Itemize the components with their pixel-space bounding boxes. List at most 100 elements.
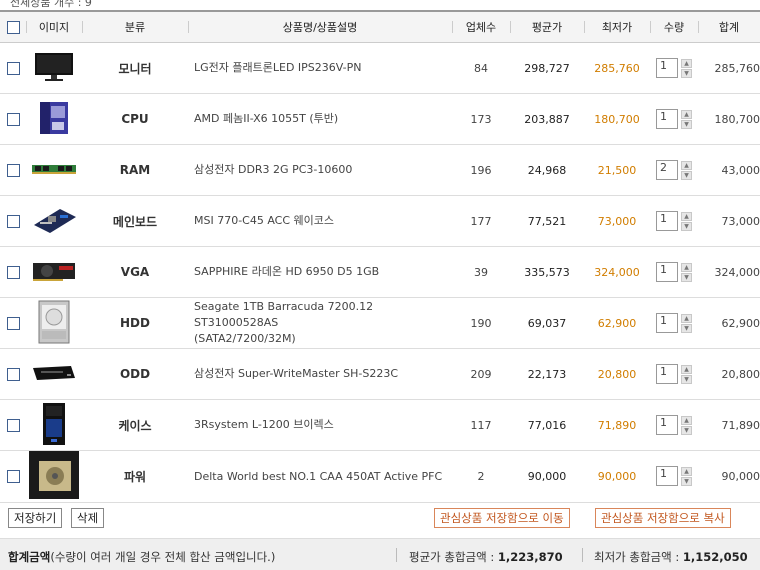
row-min-price: 324,000 (584, 246, 650, 298)
row-checkbox[interactable] (6, 214, 20, 228)
row-checkbox[interactable] (6, 163, 20, 177)
row-product-name-detail[interactable]: (SATA2/7200/32M) (194, 332, 296, 345)
qty-increase-button[interactable]: ▲ (681, 58, 692, 68)
qty-increase-button[interactable]: ▲ (681, 364, 692, 374)
graphics-card-thumbnail[interactable] (31, 259, 77, 286)
row-product-name[interactable]: AMD 페놈II-X6 1055T (투반) (194, 112, 338, 125)
row-product-name[interactable]: Seagate 1TB Barracuda 7200.12 ST31000528… (194, 300, 373, 329)
quantity-input[interactable]: 1 (656, 414, 678, 435)
cpu-box-thumbnail[interactable] (37, 100, 71, 139)
optical-drive-thumbnail[interactable] (31, 362, 77, 387)
quantity-input[interactable]: 1 (656, 466, 678, 486)
hard-drive-thumbnail[interactable] (37, 299, 71, 348)
total-summary: 합계금액(수량이 여러 개일 경우 전체 합산 금액입니다.) (8, 549, 275, 565)
qty-increase-button[interactable]: ▲ (681, 262, 692, 272)
quantity-stepper: 1 ▲ ▼ (656, 466, 692, 487)
copy-to-wishlist-button[interactable]: 관심상품 저장함으로 복사 (595, 508, 731, 528)
row-min-price: 62,900 (584, 297, 650, 349)
select-all-cell (0, 10, 26, 43)
row-product-name[interactable]: MSI 770-C45 ACC 웨이코스 (194, 214, 334, 227)
quantity-input[interactable]: 1 (656, 261, 678, 282)
row-checkbox[interactable] (6, 265, 20, 279)
row-category: 케이스 (82, 399, 188, 451)
quantity-input[interactable]: 2 (656, 159, 678, 180)
row-min-price: 90,000 (584, 450, 650, 503)
row-product-name[interactable]: 삼성전자 DDR3 2G PC3-10600 (194, 163, 352, 176)
row-product-name-cell: 삼성전자 DDR3 2G PC3-10600 (188, 144, 452, 196)
quantity-stepper: 1 ▲ ▼ (656, 210, 692, 232)
product-count-caption: 전체상품 개수 : 9 (10, 0, 92, 9)
row-checkbox[interactable] (6, 418, 20, 432)
qty-decrease-button[interactable]: ▼ (681, 68, 692, 78)
qty-increase-button[interactable]: ▲ (681, 211, 692, 221)
qty-decrease-button[interactable]: ▼ (681, 119, 692, 129)
qty-increase-button[interactable]: ▲ (681, 109, 692, 119)
qty-decrease-button[interactable]: ▼ (681, 374, 692, 384)
row-product-name-cell: SAPPHIRE 라데온 HD 6950 D5 1GB (188, 246, 452, 298)
row-checkbox[interactable] (6, 367, 20, 381)
row-total: 180,700 (698, 93, 760, 145)
row-total: 62,900 (698, 297, 760, 349)
row-select-cell (0, 297, 26, 349)
row-min-price: 20,800 (584, 348, 650, 400)
quantity-input[interactable]: 1 (656, 312, 678, 333)
qty-decrease-button[interactable]: ▼ (681, 477, 692, 486)
row-product-name[interactable]: 삼성전자 Super-WriteMaster SH-S223C (194, 367, 398, 380)
delete-button[interactable]: 삭제 (71, 508, 105, 528)
quantity-input[interactable]: 1 (656, 57, 678, 78)
row-product-name-cell: LG전자 플래트론LED IPS236V-PN (188, 42, 452, 94)
row-category: CPU (82, 93, 188, 145)
row-category: 파워 (82, 450, 188, 503)
qty-increase-button[interactable]: ▲ (681, 467, 692, 476)
table-row: 케이스 3Rsystem L-1200 브이렉스 117 77,016 71,890 1 ▲… (0, 399, 760, 451)
cart-table: 이미지 분류 상품명/상품설명 업체수 평균가 최저가 수량 합계 모니터 LG전… (0, 10, 760, 503)
row-product-name-cell: 삼성전자 Super-WriteMaster SH-S223C (188, 348, 452, 400)
save-button[interactable]: 저장하기 (8, 508, 63, 528)
row-checkbox[interactable] (6, 470, 20, 484)
header-image: 이미지 (26, 10, 82, 43)
qty-decrease-button[interactable]: ▼ (681, 323, 692, 333)
row-qty-cell: 1 ▲ ▼ (650, 195, 698, 247)
table-row: ODD 삼성전자 Super-WriteMaster SH-S223C 209 22,… (0, 348, 760, 400)
quantity-input[interactable]: 1 (656, 108, 678, 129)
row-qty-cell: 1 ▲ ▼ (650, 399, 698, 451)
quantity-stepper: 1 ▲ ▼ (656, 312, 692, 334)
row-product-name[interactable]: SAPPHIRE 라데온 HD 6950 D5 1GB (194, 265, 379, 278)
qty-increase-button[interactable]: ▲ (681, 415, 692, 425)
row-total: 43,000 (698, 144, 760, 196)
quantity-input[interactable]: 1 (656, 210, 678, 231)
qty-decrease-button[interactable]: ▼ (681, 221, 692, 231)
row-product-name[interactable]: 3Rsystem L-1200 브이렉스 (194, 418, 334, 431)
row-avg-price: 24,968 (510, 144, 584, 196)
motherboard-thumbnail[interactable] (30, 205, 78, 238)
row-product-name[interactable]: Delta World best NO.1 CAA 450AT Active P… (194, 470, 442, 483)
qty-increase-button[interactable]: ▲ (681, 160, 692, 170)
table-row: 모니터 LG전자 플래트론LED IPS236V-PN 84 298,727 285,7… (0, 42, 760, 94)
row-image-cell (26, 450, 82, 503)
table-row: VGA SAPPHIRE 라데온 HD 6950 D5 1GB 39 335,573 3… (0, 246, 760, 298)
qty-increase-button[interactable]: ▲ (681, 313, 692, 323)
table-header-row: 이미지 분류 상품명/상품설명 업체수 평균가 최저가 수량 합계 (0, 10, 760, 43)
quantity-input[interactable]: 1 (656, 363, 678, 384)
table-row: 메인보드 MSI 770-C45 ACC 웨이코스 177 77,521 73,000 1… (0, 195, 760, 247)
total-label: 합계금액 (8, 550, 51, 564)
qty-decrease-button[interactable]: ▼ (681, 425, 692, 435)
qty-decrease-button[interactable]: ▼ (681, 272, 692, 282)
pc-case-thumbnail[interactable] (39, 401, 69, 450)
ram-stick-thumbnail[interactable] (31, 162, 77, 179)
table-row: HDD Seagate 1TB Barracuda 7200.12 ST31000… (0, 297, 760, 349)
row-checkbox[interactable] (6, 112, 20, 126)
row-checkbox[interactable] (6, 61, 20, 75)
row-image-cell (26, 93, 82, 145)
move-to-wishlist-button[interactable]: 관심상품 저장함으로 이동 (434, 508, 570, 528)
row-checkbox[interactable] (6, 316, 20, 330)
select-all-checkbox[interactable] (6, 20, 20, 34)
row-min-price: 73,000 (584, 195, 650, 247)
avg-total-label: 평균가 총합금액 : (409, 550, 498, 564)
power-supply-thumbnail[interactable] (29, 451, 79, 502)
row-select-cell (0, 246, 26, 298)
row-category: VGA (82, 246, 188, 298)
row-product-name[interactable]: LG전자 플래트론LED IPS236V-PN (194, 61, 361, 74)
qty-decrease-button[interactable]: ▼ (681, 170, 692, 180)
monitor-thumbnail[interactable] (34, 51, 74, 86)
